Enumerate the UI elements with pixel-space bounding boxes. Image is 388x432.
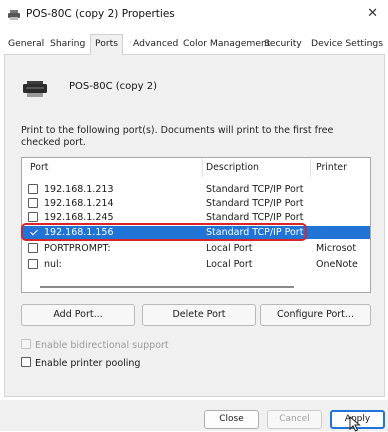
- horizontal-scrollbar[interactable]: [40, 286, 294, 288]
- tab-advanced[interactable]: Advanced: [129, 37, 182, 54]
- window-title: POS-80C (copy 2) Properties: [26, 8, 175, 20]
- port-cell: nul:: [44, 259, 62, 270]
- pooling-option[interactable]: Enable printer pooling: [21, 357, 140, 369]
- port-checkbox[interactable]: [28, 184, 38, 194]
- add-port-button[interactable]: Add Port...: [21, 304, 135, 326]
- delete-port-button[interactable]: Delete Port: [142, 304, 256, 326]
- table-row[interactable]: 192.168.1.214 Standard TCP/IP Port: [22, 197, 370, 210]
- table-row[interactable]: 192.168.1.213 Standard TCP/IP Port: [22, 183, 370, 196]
- tab-sharing[interactable]: Sharing: [46, 37, 89, 54]
- printer-cell: Microsot: [316, 243, 357, 254]
- description-cell: Standard TCP/IP Port: [206, 198, 304, 209]
- port-cell: 192.168.1.214: [44, 198, 114, 209]
- tab-strip: General Sharing Ports Advanced Color Man…: [4, 34, 387, 55]
- tab-security[interactable]: Security: [260, 37, 306, 54]
- column-header-port[interactable]: Port: [30, 162, 48, 173]
- port-checkbox[interactable]: [28, 259, 38, 269]
- printer-icon: [8, 10, 20, 20]
- bidirectional-checkbox[interactable]: [21, 339, 31, 349]
- printer-cell: OneNote: [316, 259, 358, 270]
- port-checkbox[interactable]: [28, 243, 38, 253]
- tab-general[interactable]: General: [4, 37, 48, 54]
- printer-name: POS-80C (copy 2): [69, 81, 157, 92]
- column-divider[interactable]: [202, 159, 203, 177]
- port-cell: PORTPROMPT:: [44, 243, 111, 254]
- column-header-description[interactable]: Description: [206, 162, 259, 173]
- description-cell: Standard TCP/IP Port: [206, 184, 304, 195]
- column-header-printer[interactable]: Printer: [316, 162, 347, 173]
- port-cell: 192.168.1.213: [44, 184, 114, 195]
- instructions-text: Print to the following port(s). Document…: [21, 125, 334, 148]
- column-divider[interactable]: [310, 159, 311, 177]
- tab-ports[interactable]: Ports: [90, 34, 123, 55]
- printer-icon: [23, 81, 47, 97]
- configure-port-button[interactable]: Configure Port...: [260, 304, 371, 326]
- table-row[interactable]: nul: Local Port OneNote: [22, 258, 370, 271]
- column-resize-handle[interactable]: [370, 244, 371, 256]
- bidirectional-label: Enable bidirectional support: [35, 340, 169, 351]
- selection-highlight-outline: [21, 223, 307, 241]
- title-bar: POS-80C (copy 2) Properties ✕: [0, 0, 388, 30]
- port-checkbox[interactable]: [28, 198, 38, 208]
- pooling-checkbox[interactable]: [21, 357, 31, 367]
- close-icon[interactable]: ✕: [367, 6, 378, 21]
- cancel-button[interactable]: Cancel: [267, 410, 322, 429]
- table-row[interactable]: PORTPROMPT: Local Port Microsot: [22, 242, 370, 255]
- pooling-label: Enable printer pooling: [35, 358, 141, 369]
- close-button[interactable]: Close: [204, 410, 259, 429]
- bidirectional-option[interactable]: Enable bidirectional support: [21, 339, 169, 351]
- ports-panel: POS-80C (copy 2) Print to the following …: [4, 54, 385, 397]
- tab-device-settings[interactable]: Device Settings: [307, 37, 387, 54]
- mouse-cursor-icon: [349, 416, 361, 432]
- description-cell: Local Port: [206, 259, 253, 270]
- port-checkbox[interactable]: [28, 212, 38, 222]
- description-cell: Local Port: [206, 243, 253, 254]
